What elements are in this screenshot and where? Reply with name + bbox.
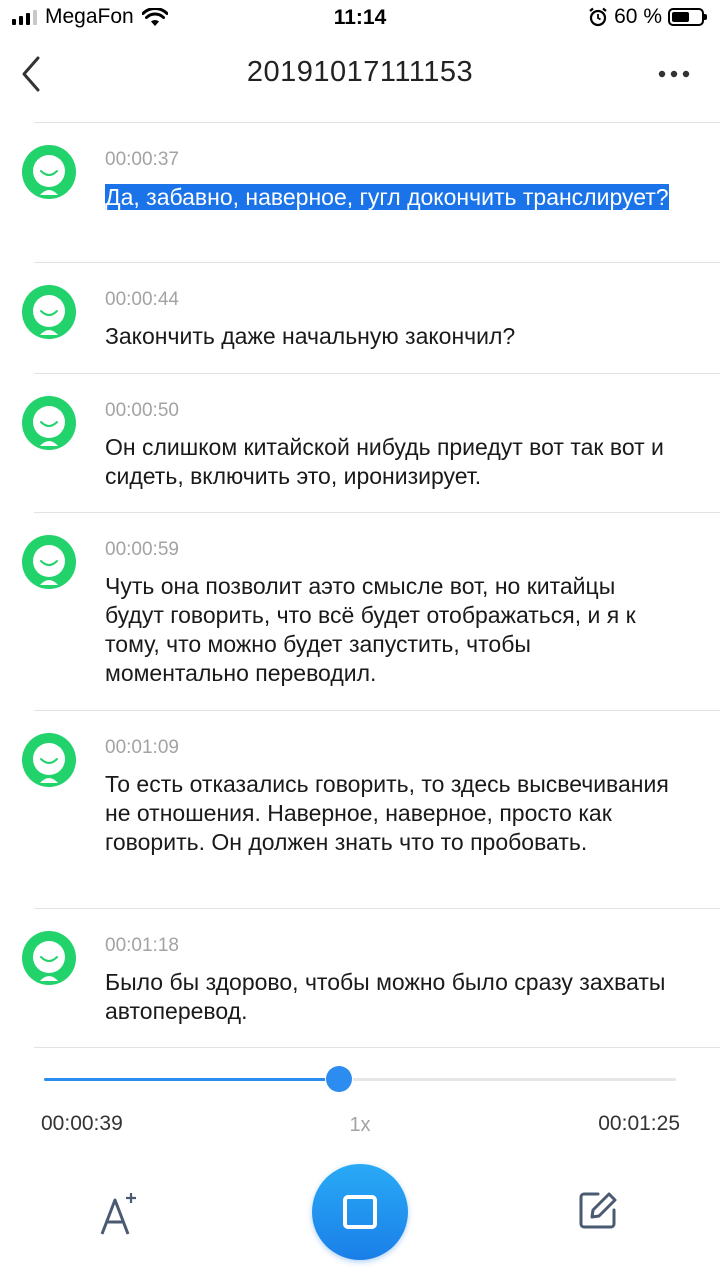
item-timestamp: 00:01:18	[105, 935, 179, 956]
status-bar: MegaFon 11:14 60 %	[0, 0, 720, 36]
more-dots-icon[interactable]	[654, 62, 694, 86]
item-timestamp: 00:00:37	[105, 149, 179, 170]
transcript-list: 00:00:37 Да, забавно, наверное, гугл док…	[0, 123, 720, 1048]
battery-percent: 60 %	[614, 5, 662, 28]
battery-icon	[668, 8, 707, 26]
avatar-icon	[22, 931, 76, 985]
total-time: 00:01:25	[598, 1112, 680, 1135]
transcript-item[interactable]: 00:00:50 Он слишком китайской нибудь при…	[22, 374, 720, 513]
transcript-item[interactable]: 00:00:37 Да, забавно, наверное, гугл док…	[22, 123, 720, 263]
avatar-icon	[22, 145, 76, 199]
stop-icon	[343, 1195, 377, 1229]
item-timestamp: 00:00:50	[105, 400, 179, 421]
item-text[interactable]: Было бы здорово, чтобы можно было сразу …	[105, 968, 680, 1026]
transcript-item[interactable]: 00:01:09 То есть отказались говорить, то…	[22, 711, 720, 909]
item-timestamp: 00:00:59	[105, 539, 179, 560]
item-timestamp: 00:00:44	[105, 289, 179, 310]
progress-knob[interactable]	[326, 1066, 353, 1092]
transcript-item[interactable]: 00:00:59 Чуть она позволит аэто смысле в…	[22, 513, 720, 711]
selected-text[interactable]: Да, забавно, наверное, гугл докончить тр…	[105, 184, 669, 210]
progress-slider[interactable]	[44, 1066, 676, 1092]
item-text[interactable]: Чуть она позволит аэто смысле вот, но ки…	[105, 572, 680, 688]
status-right-group: 60 %	[588, 5, 707, 29]
bottom-toolbar	[0, 1160, 720, 1280]
item-text[interactable]: Он слишком китайской нибудь приедут вот …	[105, 433, 680, 491]
stop-button[interactable]	[312, 1164, 408, 1260]
item-timestamp: 00:01:09	[105, 737, 179, 758]
avatar-icon	[22, 733, 76, 787]
edit-icon[interactable]	[578, 1190, 618, 1230]
avatar-icon	[22, 535, 76, 589]
item-text[interactable]: То есть отказались говорить, то здесь вы…	[105, 770, 680, 857]
avatar-icon	[22, 396, 76, 450]
page-title: 20191017111153	[246, 56, 474, 88]
battery-fill	[672, 12, 689, 22]
nav-bar: 20191017111153	[0, 36, 720, 112]
item-text[interactable]: Закончить даже начальную закончил?	[105, 322, 680, 351]
progress-fill	[44, 1078, 340, 1081]
avatar-icon	[22, 285, 76, 339]
transcript-item[interactable]: 00:00:44 Закончить даже начальную законч…	[22, 263, 720, 374]
item-text[interactable]: Да, забавно, наверное, гугл докончить тр…	[105, 183, 680, 212]
transcript-item[interactable]: 00:01:18 Было бы здорово, чтобы можно бы…	[22, 909, 720, 1048]
alarm-icon	[589, 7, 607, 27]
font-size-icon[interactable]	[98, 1190, 140, 1238]
